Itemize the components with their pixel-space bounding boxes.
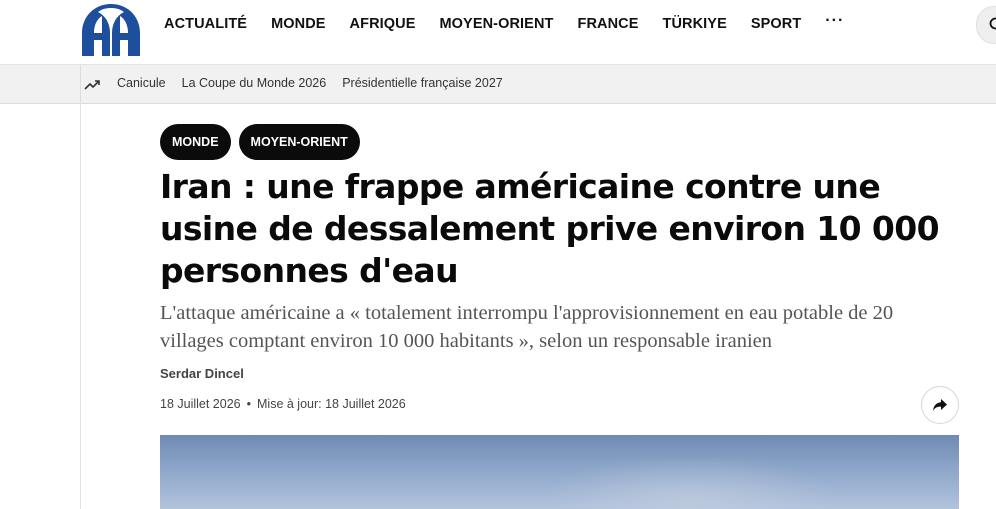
search-icon (989, 17, 996, 30)
meta-separator: • (246, 397, 252, 411)
publish-date: 18 Juillet 2026 (160, 397, 241, 411)
nav-item-actualite[interactable]: ACTUALITÉ (164, 15, 247, 33)
article-tags: MONDE MOYEN-ORIENT (160, 124, 368, 160)
aa-logo-icon[interactable] (80, 0, 142, 58)
nav-item-afrique[interactable]: AFRIQUE (350, 15, 416, 33)
nav-item-sport[interactable]: SPORT (751, 15, 801, 33)
top-header: ACTUALITÉ MONDE AFRIQUE MOYEN-ORIENT FRA… (0, 0, 996, 64)
trending-links: Canicule La Coupe du Monde 2026 Présiden… (117, 76, 519, 90)
article-meta: 18 Juillet 2026 • Mise à jour: 18 Juillet … (160, 397, 406, 411)
search-button[interactable] (976, 6, 996, 44)
more-menu-button[interactable]: ··· (825, 12, 844, 30)
trending-link-coupe-du-monde[interactable]: La Coupe du Monde 2026 (182, 76, 327, 90)
updated-date: Mise à jour: 18 Juillet 2026 (257, 397, 406, 411)
nav-item-france[interactable]: FRANCE (577, 15, 638, 33)
nav-item-turkiye[interactable]: TÜRKIYE (663, 15, 727, 33)
nav-item-moyen-orient[interactable]: MOYEN-ORIENT (440, 15, 554, 33)
tag-moyen-orient[interactable]: MOYEN-ORIENT (238, 124, 360, 160)
trending-link-canicule[interactable]: Canicule (117, 76, 166, 90)
article-author[interactable]: Serdar Dincel (160, 366, 244, 381)
tag-monde[interactable]: MONDE (160, 124, 231, 160)
share-button[interactable] (921, 386, 959, 424)
hero-image (160, 435, 959, 509)
trending-link-presidentielle[interactable]: Présidentielle française 2027 (342, 76, 503, 90)
trending-up-icon (84, 80, 100, 90)
share-icon (933, 399, 947, 411)
article-lead: L'attaque américaine a « totalement inte… (160, 302, 894, 352)
trending-strip: Canicule La Coupe du Monde 2026 Présiden… (0, 64, 996, 104)
main-nav: ACTUALITÉ MONDE AFRIQUE MOYEN-ORIENT FRA… (164, 12, 844, 33)
left-divider (80, 103, 81, 509)
article-title: Iran : une frappe américaine contre une … (160, 167, 940, 290)
nav-item-monde[interactable]: MONDE (271, 15, 325, 33)
